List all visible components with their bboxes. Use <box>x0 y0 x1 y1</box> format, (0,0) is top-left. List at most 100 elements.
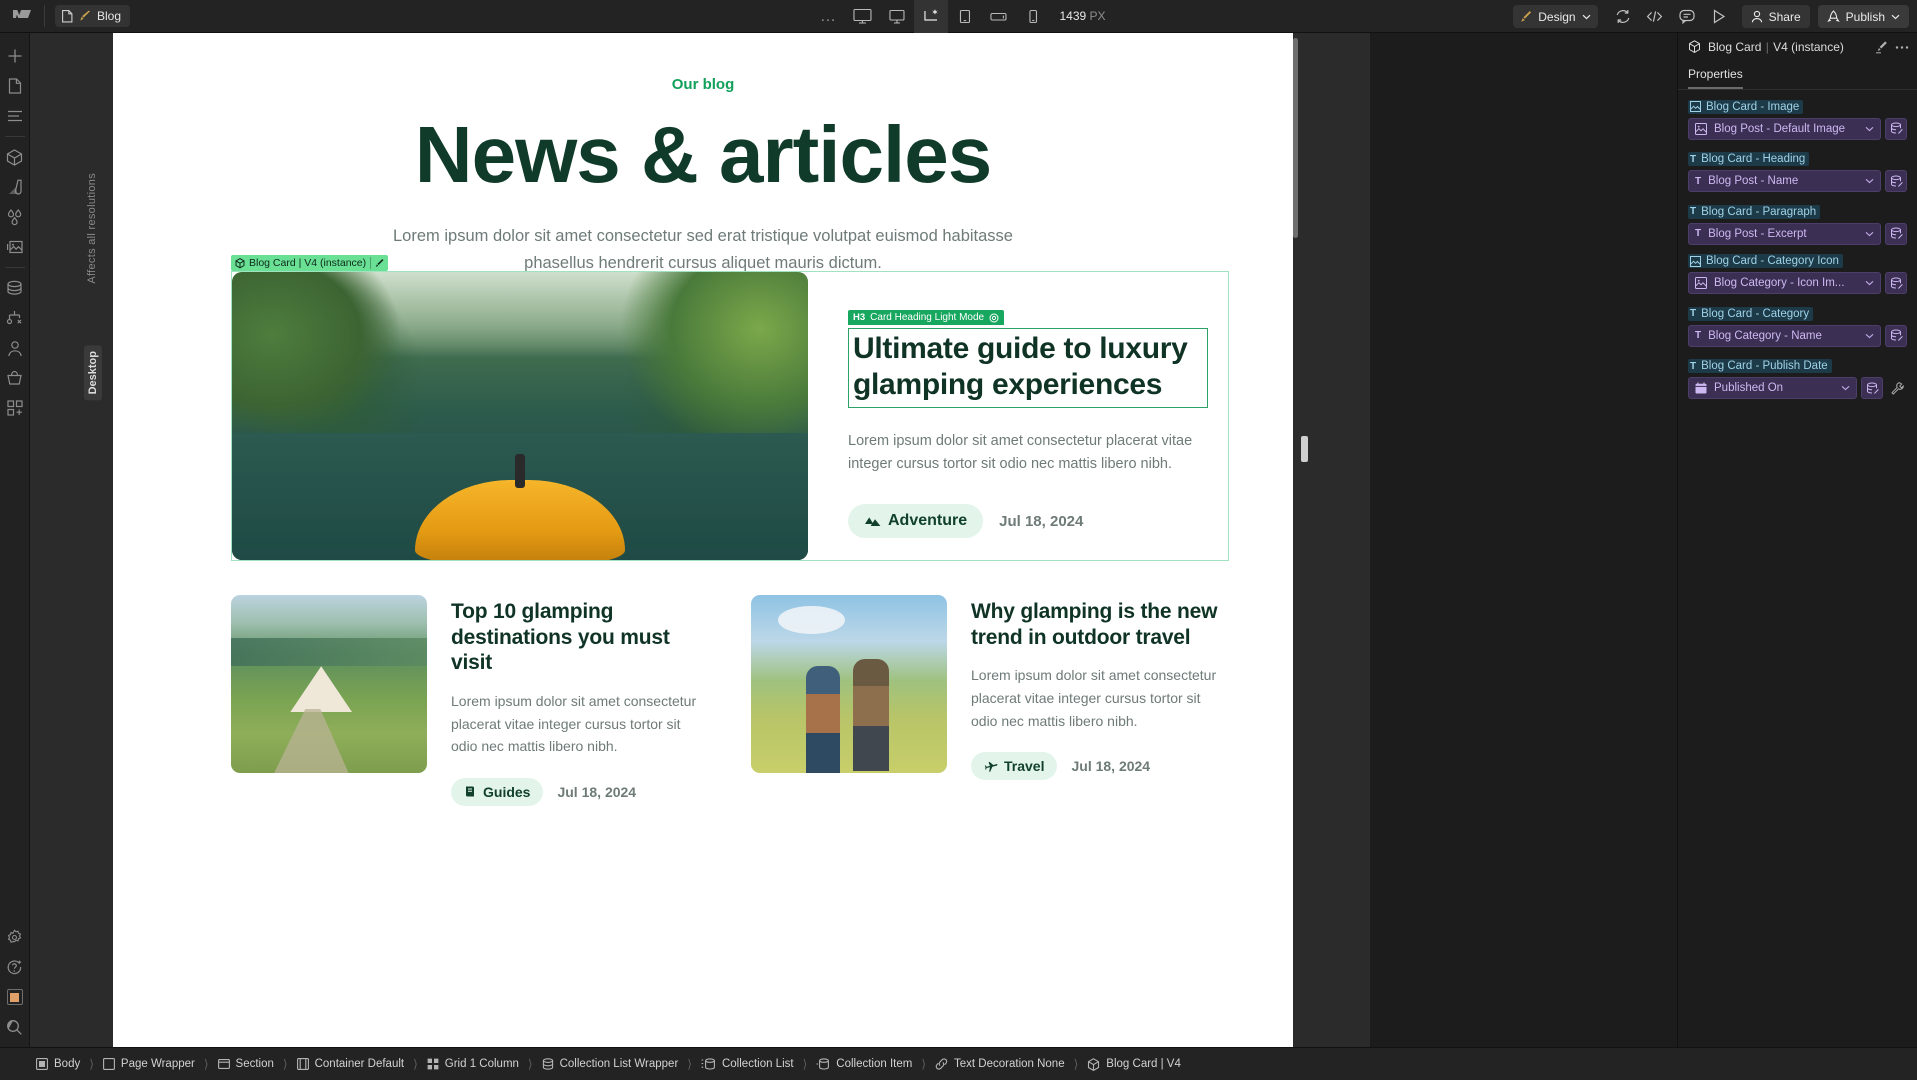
property-row: Published On <box>1688 377 1907 399</box>
mode-selector-design[interactable]: Design <box>1513 5 1598 28</box>
blog-card-item[interactable]: Why glamping is the new trend in outdoor… <box>751 595 1229 806</box>
magnifier-icon[interactable] <box>0 1012 30 1042</box>
blog-card-image[interactable] <box>231 595 427 773</box>
more-dots-icon[interactable]: ... <box>811 0 845 33</box>
text-icon: T <box>1695 330 1702 341</box>
breadcrumb-label: Container Default <box>314 1058 405 1070</box>
panel-title: Blog Card | V4 (instance) <box>1708 40 1844 54</box>
bind-to-cms-icon[interactable] <box>1885 272 1907 294</box>
gear-icon[interactable] <box>0 922 30 952</box>
canvas-scrollbar[interactable] <box>1293 38 1298 238</box>
image-path <box>274 708 349 773</box>
plus-icon[interactable] <box>0 41 30 71</box>
breadcrumb-container-default[interactable]: Container Default <box>296 1058 405 1070</box>
breadcrumb-page-wrapper[interactable]: Page Wrapper <box>102 1058 195 1070</box>
page-icon[interactable] <box>0 71 30 101</box>
category-pill[interactable]: Adventure <box>848 504 984 539</box>
breadcrumb-section[interactable]: Section <box>217 1058 274 1070</box>
preview-icon[interactable] <box>1704 0 1734 33</box>
category-label: Adventure <box>888 512 968 530</box>
bind-to-cms-icon[interactable] <box>1861 377 1883 399</box>
breadcrumb-body[interactable]: Body <box>36 1058 80 1070</box>
comment-icon[interactable] <box>1672 0 1702 33</box>
chevron-down-icon <box>1865 333 1874 339</box>
person-icon <box>1751 10 1763 23</box>
publish-button[interactable]: Publish <box>1817 5 1909 28</box>
blog-card-grid: Top 10 glamping destinations you must vi… <box>231 595 1229 806</box>
bind-to-cms-icon[interactable] <box>1885 170 1907 192</box>
bind-to-cms-icon[interactable] <box>1885 222 1907 245</box>
orange-square-icon[interactable] <box>6 989 23 1005</box>
logic-icon[interactable] <box>0 303 30 333</box>
pencil-icon[interactable] <box>371 258 388 268</box>
chevron-down-icon <box>1582 14 1591 20</box>
text-icon: T <box>1690 206 1697 217</box>
link-icon <box>935 1058 948 1070</box>
property-field[interactable]: T Blog Post - Excerpt <box>1688 222 1881 245</box>
property-value: Blog Post - Name <box>1708 175 1799 187</box>
layers-icon[interactable] <box>0 101 30 131</box>
cube-icon[interactable] <box>0 142 30 172</box>
breakpoint-tablet[interactable] <box>947 0 981 33</box>
text-icon: T <box>1695 228 1702 239</box>
breadcrumb-blog-card[interactable]: Blog Card | V4 <box>1087 1057 1181 1071</box>
selected-component-badge[interactable]: Blog Card | V4 (instance) <box>231 255 389 271</box>
blog-card-image[interactable] <box>751 595 947 773</box>
droplets-icon[interactable] <box>0 202 30 232</box>
property-field[interactable]: T Blog Category - Name <box>1688 324 1881 347</box>
property-label: T Blog Card - Paragraph <box>1688 204 1821 219</box>
property-field[interactable]: Blog Post - Default Image <box>1688 117 1881 140</box>
canvas[interactable]: Affects all resolutions Desktop Our blog… <box>30 33 1370 1047</box>
property-field[interactable]: Blog Category - Icon Im... <box>1688 272 1881 294</box>
bind-to-cms-icon[interactable] <box>1885 117 1907 140</box>
blog-card-heading-wrapper[interactable]: Ultimate guide to luxury glamping experi… <box>848 328 1208 408</box>
property-row: Blog Post - Default Image <box>1688 117 1907 140</box>
help-sparkle-icon[interactable] <box>0 952 30 982</box>
properties-list: Blog Card - Image Blog Post - Default Im… <box>1678 90 1917 399</box>
more-dots-icon[interactable] <box>1895 45 1909 50</box>
canvas-left-gutter: Affects all resolutions Desktop <box>30 33 114 1047</box>
breadcrumb-text-decoration-none[interactable]: Text Decoration None <box>935 1058 1065 1070</box>
breakpoint-mobile-portrait[interactable] <box>1015 0 1049 33</box>
share-button[interactable]: Share <box>1741 5 1810 28</box>
page-preview[interactable]: Our blog News & articles Lorem ipsum dol… <box>113 33 1293 1047</box>
image-icon[interactable] <box>0 232 30 262</box>
breadcrumb-collection-item[interactable]: Collection Item <box>816 1058 912 1070</box>
blog-card-meta: Travel Jul 18, 2024 <box>971 752 1229 781</box>
user-icon[interactable] <box>0 333 30 363</box>
blog-card-item[interactable]: Top 10 glamping destinations you must vi… <box>231 595 709 806</box>
breadcrumb-collection-list[interactable]: Collection List <box>701 1058 794 1070</box>
property-field[interactable]: Published On <box>1688 377 1857 399</box>
apps-grid-icon[interactable] <box>0 393 30 423</box>
database-icon[interactable] <box>0 273 30 303</box>
edit-component-icon[interactable] <box>1875 40 1888 54</box>
breakpoint-chip-desktop[interactable]: Desktop <box>84 345 102 401</box>
blog-card-hero[interactable]: H3 Card Heading Light Mode Ultimate guid… <box>231 271 1229 561</box>
tab-properties[interactable]: Properties <box>1688 67 1743 89</box>
breadcrumb-collection-list-wrapper[interactable]: Collection List Wrapper <box>542 1058 678 1070</box>
toolbar-divider <box>44 5 45 27</box>
wrench-icon[interactable] <box>1887 377 1907 399</box>
collection-icon <box>542 1058 554 1070</box>
category-pill[interactable]: Travel <box>971 752 1058 781</box>
sync-icon[interactable] <box>1608 0 1638 33</box>
breakpoint-desktop[interactable] <box>879 0 913 33</box>
breakpoint-desktop-large[interactable] <box>845 0 879 33</box>
basket-icon[interactable] <box>0 363 30 393</box>
breadcrumb-label: Text Decoration None <box>954 1058 1065 1070</box>
heading-selection-badge[interactable]: H3 Card Heading Light Mode <box>848 310 1005 325</box>
blog-card-image[interactable] <box>232 272 808 560</box>
breakpoint-laptop-base[interactable] <box>913 0 948 33</box>
property-field[interactable]: T Blog Post - Name <box>1688 170 1881 192</box>
webflow-logo[interactable] <box>0 0 44 33</box>
category-pill[interactable]: Guides <box>451 777 544 806</box>
canvas-resize-handle[interactable] <box>1301 436 1308 462</box>
paint-swatch-icon[interactable] <box>0 172 30 202</box>
code-icon[interactable] <box>1640 0 1670 33</box>
page-tab-blog[interactable]: Blog <box>55 5 131 27</box>
bind-to-cms-icon[interactable] <box>1885 324 1907 347</box>
breadcrumb-label: Collection Item <box>836 1058 913 1070</box>
breakpoint-mobile-landscape[interactable] <box>981 0 1015 33</box>
breadcrumb-grid-1-column[interactable]: Grid 1 Column <box>427 1058 519 1070</box>
calendar-icon <box>1695 382 1707 394</box>
